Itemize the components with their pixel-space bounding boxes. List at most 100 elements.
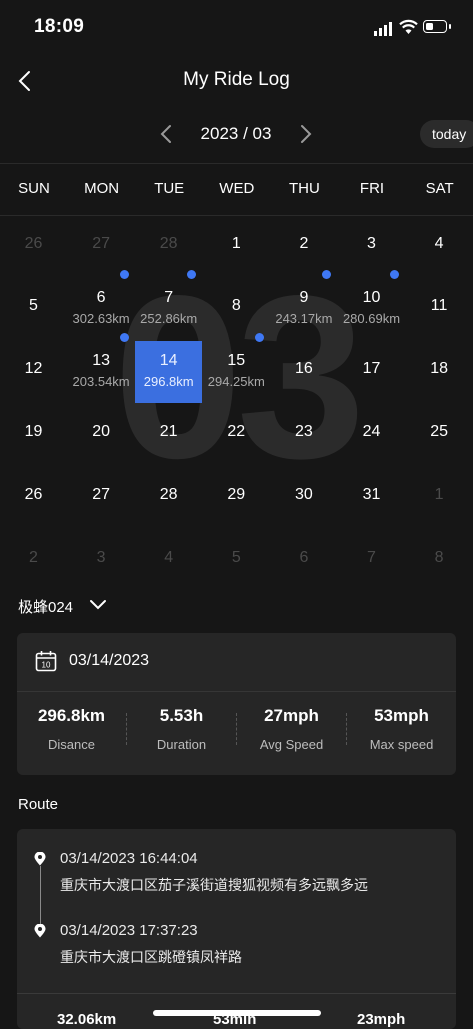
page-title: My Ride Log (183, 69, 290, 90)
calendar-day[interactable]: 24 (338, 404, 405, 466)
calendar-day[interactable]: 11 (406, 278, 473, 340)
end-address: 重庆市大渡口区跳磴镇凤祥路 (60, 949, 242, 965)
calendar-day-selected[interactable]: 14 296.8km (135, 341, 203, 403)
calendar-day[interactable]: 23 (270, 404, 337, 466)
distance-value: 296.8km (37, 706, 106, 725)
day-number: 5 (29, 297, 38, 314)
status-time: 18:09 (34, 16, 85, 37)
month-label: 2023 / 03 (200, 124, 272, 143)
calendar-day[interactable]: 7 252.86km (135, 270, 202, 340)
calendar-day[interactable]: 3 (338, 216, 405, 278)
end-time: 03/14/2023 17:37:23 (60, 922, 198, 939)
weekday-label: SAT (425, 180, 454, 197)
calendar-day[interactable]: 28 (135, 467, 202, 529)
calendar-day[interactable]: 29 (203, 467, 270, 529)
calendar-day[interactable]: 6 (270, 530, 337, 592)
battery-cap (449, 24, 451, 29)
calendar-day[interactable]: 13 203.54km (68, 333, 135, 403)
day-number: 14 (159, 352, 178, 369)
day-number: 27 (92, 235, 110, 252)
day-number: 27 (92, 486, 110, 503)
start-time: 03/14/2023 16:44:04 (60, 850, 198, 867)
day-number: 1 (434, 486, 444, 503)
day-number: 16 (294, 360, 313, 377)
day-number: 3 (96, 549, 106, 566)
ride-indicator-dot (254, 333, 264, 342)
day-number: 7 (367, 549, 376, 566)
weekday-label: SUN (18, 180, 50, 197)
vehicle-selector[interactable]: 极蜂024 (18, 596, 73, 617)
calendar-day[interactable]: 27 (68, 216, 135, 278)
ride-indicator-dot (187, 270, 197, 279)
calendar-day[interactable]: 8 (406, 530, 473, 592)
cellular-signal-icon (374, 22, 392, 36)
day-number: 2 (299, 235, 309, 252)
calendar-day[interactable]: 31 (338, 467, 405, 529)
today-button[interactable]: today (420, 120, 473, 148)
max-speed-label: Max speed (369, 737, 434, 752)
calendar-day[interactable]: 28 (135, 216, 202, 278)
divider (17, 691, 456, 692)
calendar-day[interactable]: 6 302.63km (68, 270, 135, 340)
calendar-day[interactable]: 8 (203, 278, 270, 340)
calendar-day[interactable]: 2 (0, 530, 67, 592)
calendar-day[interactable]: 1 (203, 216, 270, 278)
weekday-label: MON (84, 180, 120, 197)
calendar-day[interactable]: 2 (270, 216, 337, 278)
chevron-down-icon[interactable] (89, 598, 107, 612)
ride-indicator-dot (119, 270, 129, 279)
calendar-day[interactable]: 30 (270, 467, 337, 529)
calendar-day[interactable]: 7 (338, 530, 405, 592)
calendar-day[interactable]: 19 (0, 404, 67, 466)
wifi-icon (399, 19, 418, 34)
calendar-day[interactable]: 25 (406, 404, 473, 466)
weekday-label: TUE (154, 180, 185, 197)
calendar-day[interactable]: 26 (0, 216, 67, 278)
calendar-day[interactable]: 17 (338, 341, 405, 403)
day-distance: 280.69km (342, 311, 401, 326)
day-number: 4 (164, 549, 174, 566)
max-speed-value: 53mph (374, 706, 429, 725)
route-line (40, 866, 41, 924)
calendar-day[interactable]: 10 280.69km (338, 270, 405, 340)
home-indicator[interactable] (153, 1010, 321, 1016)
day-number: 15 (227, 352, 246, 369)
calendar-day[interactable]: 20 (68, 404, 135, 466)
calendar-day[interactable]: 1 (406, 467, 473, 529)
calendar-day[interactable]: 18 (406, 341, 473, 403)
ride-indicator-dot (322, 270, 332, 279)
calendar-day[interactable]: 5 (203, 530, 270, 592)
calendar-day[interactable]: 4 (135, 530, 202, 592)
calendar-day[interactable]: 21 (135, 404, 202, 466)
day-number: 6 (96, 289, 106, 306)
selected-day-highlight (135, 341, 203, 403)
day-number: 12 (24, 360, 43, 377)
calendar-day[interactable]: 3 (68, 530, 135, 592)
next-month-icon[interactable] (298, 124, 314, 144)
calendar-day[interactable]: 5 (0, 278, 67, 340)
calendar-day[interactable]: 22 (203, 404, 270, 466)
day-number: 13 (92, 352, 110, 369)
day-number: 1 (231, 235, 241, 252)
weekday-label: FRI (359, 180, 385, 197)
calendar-day[interactable]: 16 (270, 341, 337, 403)
day-number: 6 (299, 549, 309, 566)
ride-date: 03/14/2023 (69, 652, 150, 669)
day-number: 8 (231, 297, 241, 314)
day-number: 8 (434, 549, 444, 566)
calendar-day[interactable]: 27 (68, 467, 135, 529)
day-number: 2 (29, 549, 38, 566)
calendar-day[interactable]: 26 (0, 467, 67, 529)
avg-speed-value: 27mph (264, 706, 319, 725)
previous-month-icon[interactable] (158, 124, 174, 144)
duration-value: 5.53h (159, 706, 204, 725)
day-number: 4 (434, 235, 444, 252)
calendar-day[interactable]: 9 243.17km (270, 270, 337, 340)
avg-speed-label: Avg Speed (259, 737, 324, 752)
day-number: 22 (227, 423, 246, 440)
calendar-day[interactable]: 12 (0, 341, 67, 403)
calendar-day[interactable]: 4 (406, 216, 473, 278)
day-number: 25 (430, 423, 448, 440)
calendar-day[interactable]: 15 294.25km (203, 333, 270, 403)
route-speed: 23mph (357, 1011, 406, 1028)
